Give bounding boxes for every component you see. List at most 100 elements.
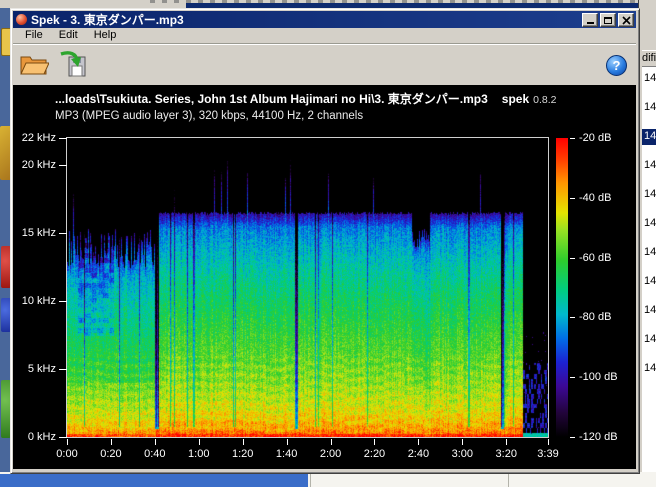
y-tick-label: 15 kHz: [21, 227, 56, 240]
close-icon: [621, 15, 631, 25]
client-area: ...loads\Tsukiuta. Series, John 1st Albu…: [13, 85, 636, 469]
window-title: Spek - 3. 東京ダンパー.mp3: [31, 13, 184, 27]
colorbar: [556, 138, 568, 437]
save-icon: [60, 51, 86, 77]
list-item[interactable]: 14: [642, 245, 656, 270]
file-info: MP3 (MPEG audio layer 3), 320 kbps, 4410…: [55, 110, 364, 122]
db-tick-mark: [570, 377, 575, 379]
y-tick-label: 5 kHz: [27, 363, 56, 376]
window-controls: [580, 12, 634, 27]
list-item[interactable]: 14: [642, 158, 656, 183]
column-divider: [310, 472, 311, 487]
list-item[interactable]: 14: [642, 303, 656, 328]
column-divider: [508, 472, 509, 487]
file-path: ...loads\Tsukiuta. Series, John 1st Albu…: [55, 92, 488, 106]
y-tick-mark: [59, 138, 67, 139]
x-tick-label: 2:40: [407, 448, 430, 460]
list-item[interactable]: 14: [642, 216, 656, 241]
db-tick-label: -120 dB: [579, 431, 618, 443]
db-tick-label: -20 dB: [579, 132, 612, 144]
menubar: File Edit Help: [13, 28, 636, 44]
screen: difie 14 14 14 14 14 14 14 14 14 14 14 Spek - 3. 東…: [0, 0, 656, 487]
list-item-date: 14: [644, 217, 656, 229]
x-tick-label: 1:40: [275, 448, 298, 460]
x-tick-mark: [548, 439, 549, 445]
list-item[interactable]: 14: [642, 187, 656, 212]
x-tick-label: 1:20: [231, 448, 254, 460]
db-tick-mark: [570, 317, 575, 319]
y-tick-mark: [59, 233, 67, 235]
x-tick-label: 0:20: [100, 448, 122, 460]
x-tick-mark: [154, 439, 156, 445]
y-tick-mark: [59, 437, 67, 438]
list-item[interactable]: 14: [642, 274, 656, 299]
list-item-date: 14: [644, 362, 656, 374]
x-tick-mark: [198, 439, 200, 445]
menu-help[interactable]: Help: [86, 28, 125, 43]
db-tick-mark: [570, 257, 575, 259]
minimize-button[interactable]: [582, 12, 598, 27]
x-tick-label: 0:40: [144, 448, 166, 460]
help-button[interactable]: ?: [605, 54, 628, 77]
spek-app-icon[interactable]: [16, 14, 27, 25]
y-tick-label: 0 kHz: [27, 431, 56, 443]
list-item[interactable]: 14: [642, 71, 656, 96]
db-tick-label: -100 dB: [579, 371, 618, 384]
app-name: spek: [501, 92, 530, 106]
x-tick-label: 2:00: [319, 448, 342, 460]
background-selected-row[interactable]: [0, 474, 308, 487]
list-item-date: 14: [644, 72, 656, 84]
x-tick-mark: [374, 439, 376, 445]
x-tick-label: 3:39: [537, 448, 559, 460]
save-spectrogram-button[interactable]: [57, 50, 89, 80]
modified-column-header[interactable]: difie: [642, 50, 656, 67]
db-tick-mark: [570, 437, 575, 438]
db-tick-label: -80 dB: [579, 311, 612, 324]
open-file-button[interactable]: [18, 52, 50, 78]
close-button[interactable]: [618, 12, 634, 27]
y-tick-mark: [59, 369, 67, 371]
y-tick-label: 10 kHz: [21, 295, 56, 308]
list-item[interactable]: 14: [642, 129, 656, 154]
list-item[interactable]: 14: [642, 332, 656, 357]
minimize-icon: [586, 21, 594, 24]
background-file-list: 14 14 14 14 14 14 14 14 14 14 14: [642, 67, 656, 472]
maximize-icon: [604, 16, 612, 24]
list-item[interactable]: 14: [642, 100, 656, 125]
spectrogram-plot: [66, 137, 549, 438]
list-item-date: 14: [644, 159, 656, 171]
help-icon: ?: [606, 54, 627, 76]
spek-window: Spek - 3. 東京ダンパー.mp3 File Edit Help ? ..…: [10, 8, 640, 474]
x-tick-mark: [242, 439, 244, 445]
background-window-bottom: [0, 472, 656, 487]
list-item[interactable]: 14: [642, 361, 656, 386]
db-tick-mark: [570, 197, 575, 199]
menu-file[interactable]: File: [17, 28, 51, 43]
x-tick-label: 3:00: [451, 448, 474, 460]
x-tick-mark: [286, 439, 288, 445]
toolbar: ?: [13, 45, 636, 85]
background-window-right: difie 14 14 14 14 14 14 14 14 14 14 14: [638, 0, 656, 487]
help-glyph: ?: [612, 57, 621, 73]
x-tick-label: 1:00: [188, 448, 210, 460]
list-item-date: 14: [644, 246, 656, 258]
db-tick-label: -40 dB: [579, 191, 612, 204]
list-item-date: 14: [644, 333, 656, 345]
titlebar[interactable]: Spek - 3. 東京ダンパー.mp3: [13, 11, 636, 28]
menu-edit[interactable]: Edit: [51, 28, 86, 43]
open-folder-icon: [20, 56, 49, 75]
x-tick-mark: [110, 439, 112, 445]
app-version: 0.8.2: [533, 94, 557, 106]
maximize-button[interactable]: [600, 12, 616, 27]
x-tick-mark: [67, 439, 68, 445]
spectrogram-canvas: [67, 138, 548, 437]
background-window-top: [0, 0, 656, 8]
list-item-date: 14: [644, 304, 656, 316]
spectrogram-title: ...loads\Tsukiuta. Series, John 1st Albu…: [55, 90, 556, 107]
x-tick-mark: [462, 439, 464, 445]
x-tick-mark: [330, 439, 332, 445]
x-tick-label: 0:00: [56, 448, 78, 460]
y-tick-label: 22 kHz: [21, 132, 56, 144]
db-tick-mark: [570, 138, 575, 139]
x-tick-label: 3:20: [495, 448, 517, 460]
